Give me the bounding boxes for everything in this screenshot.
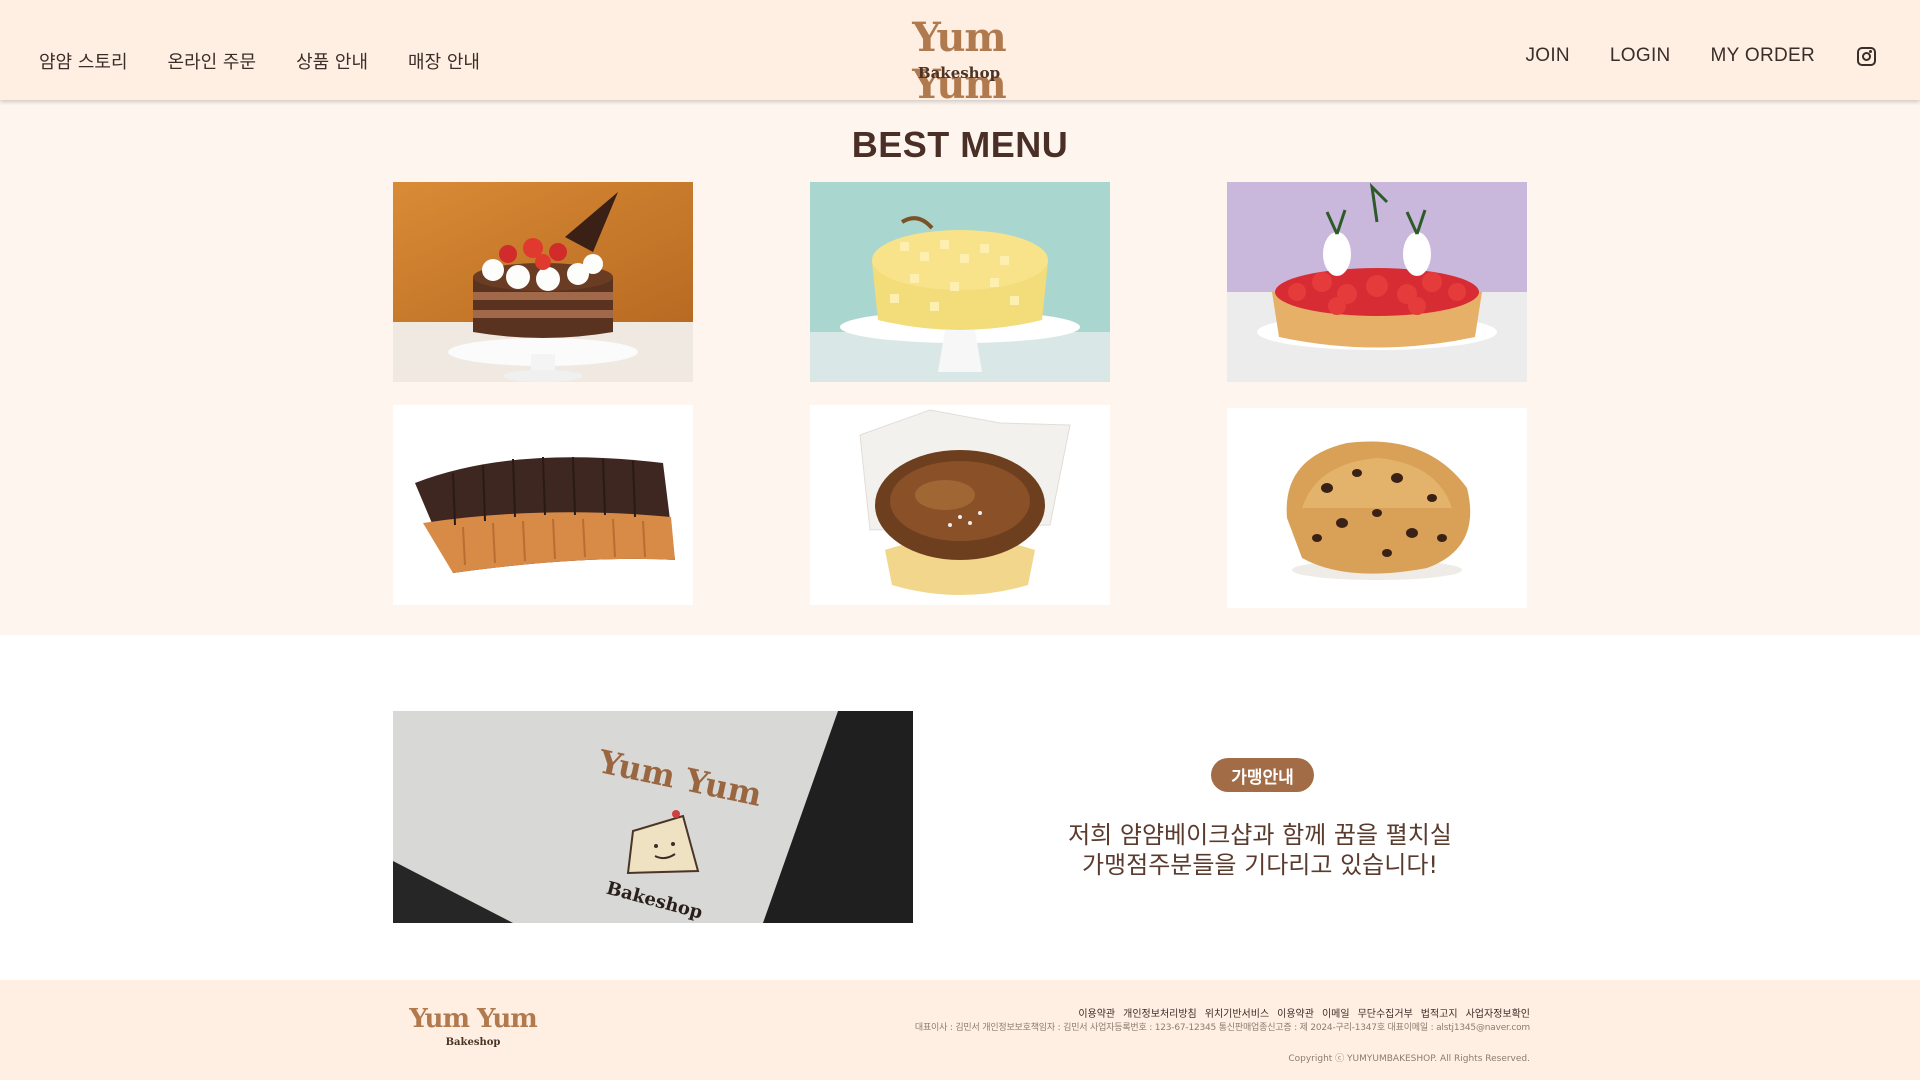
franchise-message-line2: 가맹점주분들을 기다리고 있습니다!	[1081, 851, 1439, 879]
footer-link-legal[interactable]: 법적고지	[1421, 1005, 1458, 1020]
logo-title: Yum Yum	[912, 14, 1006, 108]
best-menu-title: BEST MENU	[851, 124, 1069, 165]
nav-item-online-order[interactable]: 온라인 주문	[168, 48, 257, 74]
site-footer: Yum Yum Bakeshop 이용약관 개인정보처리방침 위치기반서비스 이…	[0, 980, 1920, 1080]
my-order-link[interactable]: MY ORDER	[1711, 45, 1815, 67]
product-image	[1227, 182, 1527, 382]
product-image	[810, 182, 1110, 382]
product-card-basque-cheesecake[interactable]	[810, 405, 1110, 605]
join-link[interactable]: JOIN	[1525, 45, 1569, 67]
product-card-chocolate-chip-scone[interactable]	[1227, 408, 1527, 608]
product-card-chocolate-dipped-pie[interactable]	[393, 405, 693, 605]
product-image	[1227, 408, 1527, 608]
product-image	[393, 405, 693, 605]
product-card-strawberry-tart[interactable]	[1227, 182, 1527, 382]
footer-logo-title: Yum Yum	[409, 1004, 537, 1034]
footer-logo[interactable]: Yum Yum Bakeshop	[408, 1004, 538, 1054]
footer-copyright: Copyright ⓒ YUMYUMBAKESHOP. All Rights R…	[1288, 1054, 1530, 1064]
login-link[interactable]: LOGIN	[1610, 45, 1671, 67]
instagram-icon[interactable]	[1857, 47, 1876, 66]
user-nav: JOIN LOGIN MY ORDER	[1525, 45, 1815, 67]
nav-item-products[interactable]: 상품 안내	[296, 48, 368, 74]
site-header: 얌얌 스토리 온라인 주문 상품 안내 매장 안내 Yum Yum Bakesh…	[0, 0, 1920, 108]
product-card-cheese-cube-cake[interactable]	[810, 182, 1110, 382]
footer-link-terms[interactable]: 이용약관	[1078, 1005, 1115, 1020]
footer-link-email[interactable]: 이메일	[1322, 1005, 1350, 1020]
nav-item-story[interactable]: 얌얌 스토리	[39, 48, 128, 74]
franchise-image[interactable]: Yum Yum Bakeshop	[393, 711, 913, 923]
best-menu-section: BEST MENU	[0, 100, 1920, 635]
footer-link-no-collection[interactable]: 무단수집거부	[1358, 1005, 1413, 1020]
footer-link-location[interactable]: 위치기반서비스	[1205, 1005, 1269, 1020]
site-logo[interactable]: Yum Yum Bakeshop	[862, 14, 1056, 108]
nav-item-stores[interactable]: 매장 안내	[408, 48, 480, 74]
footer-link-privacy[interactable]: 개인정보처리방침	[1123, 1005, 1197, 1020]
product-card-chocolate-strawberry-cake[interactable]	[393, 182, 693, 382]
footer-links: 이용약관 개인정보처리방침 위치기반서비스 이용약관 이메일 무단수집거부 법적…	[1078, 1005, 1530, 1020]
footer-logo-subtitle: Bakeshop	[445, 1037, 501, 1048]
footer-link-business-info[interactable]: 사업자정보확인	[1466, 1005, 1530, 1020]
footer-business-info: 대표이사 : 김민서 개인정보보호책임자 : 김민서 사업자등록번호 : 123…	[914, 1023, 1530, 1033]
product-image	[393, 182, 693, 382]
main-nav: 얌얌 스토리 온라인 주문 상품 안내 매장 안내	[39, 48, 480, 74]
product-image	[810, 405, 1110, 605]
logo-subtitle: Bakeshop	[917, 64, 1001, 82]
footer-link-terms-2[interactable]: 이용약관	[1277, 1005, 1314, 1020]
franchise-badge[interactable]: 가맹안내	[1211, 758, 1314, 792]
franchise-logo-card-image: Yum Yum Bakeshop	[393, 711, 913, 923]
